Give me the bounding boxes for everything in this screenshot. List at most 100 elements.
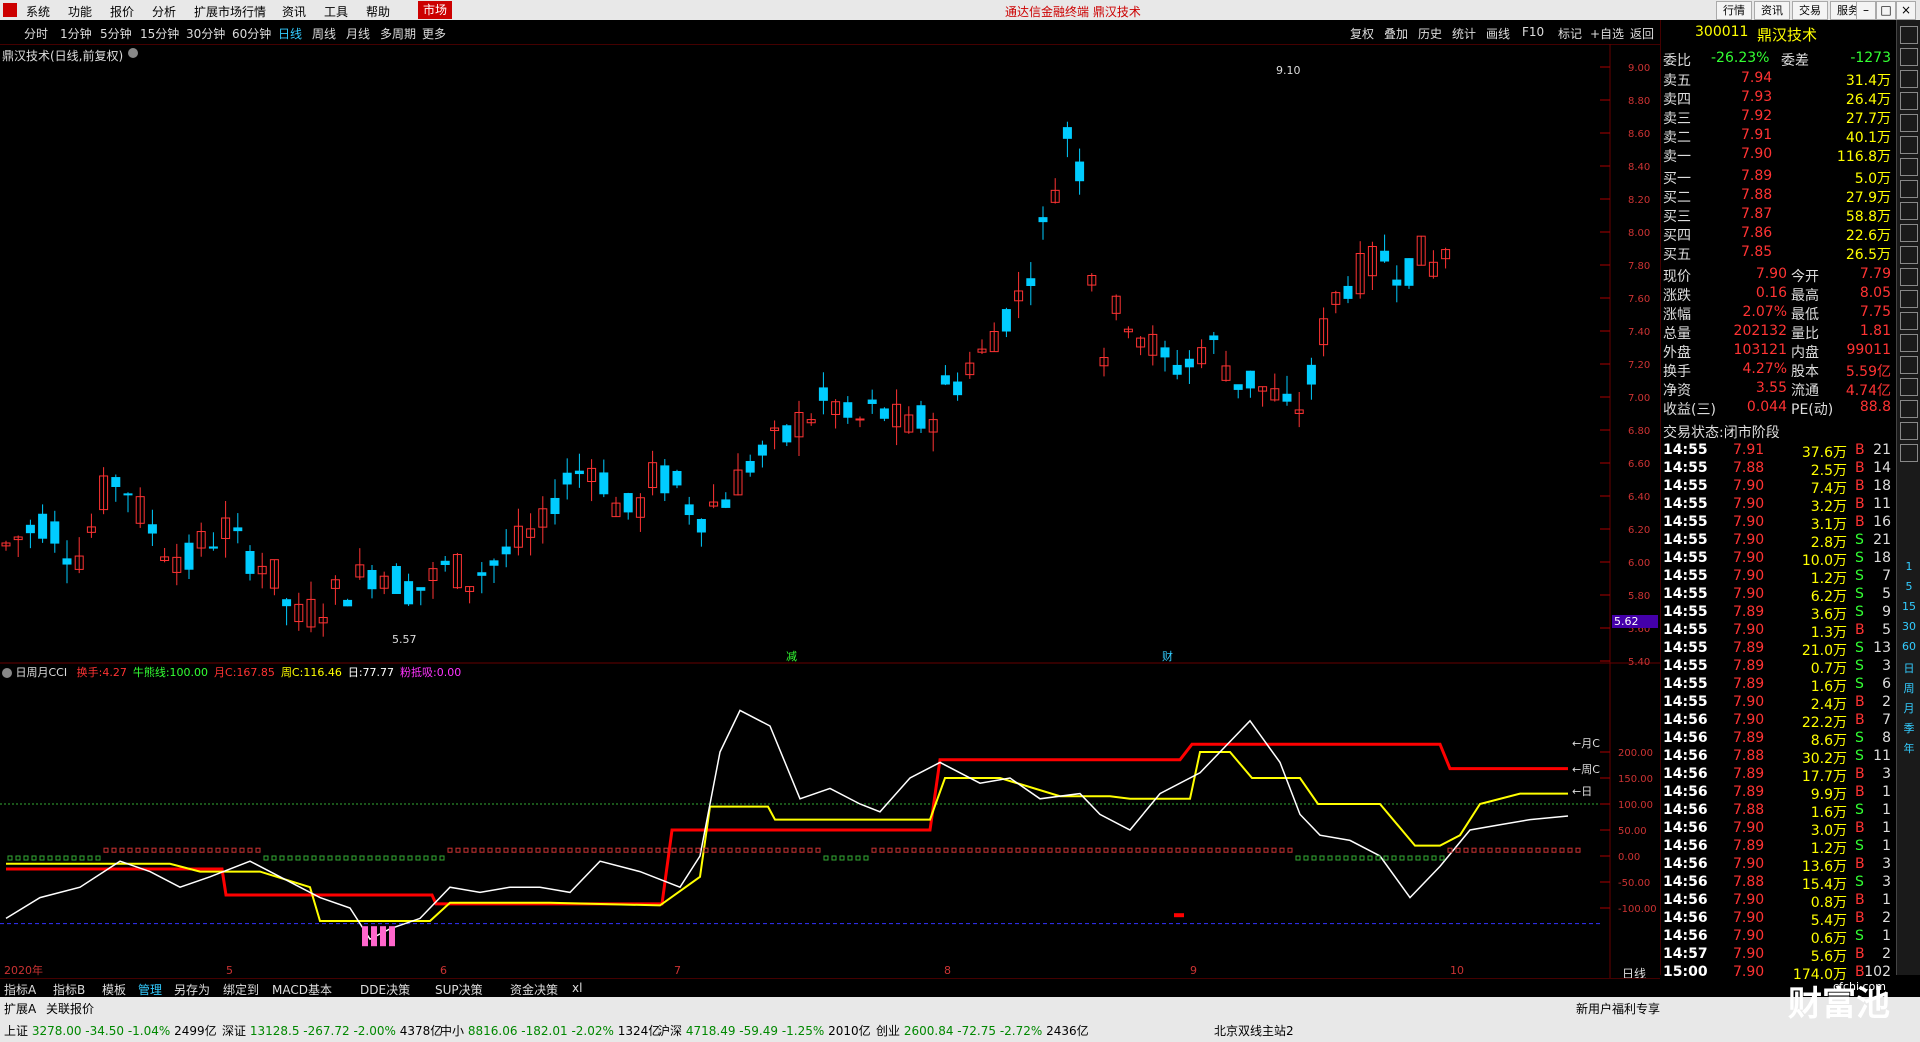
sidebar-period-8[interactable]: 季	[1899, 720, 1919, 736]
indicator-tab[interactable]: SUP决策	[435, 981, 483, 998]
candle-body[interactable]	[391, 566, 401, 594]
sidebar-period-3[interactable]: 30	[1899, 620, 1919, 633]
indicator-tab[interactable]: 模板	[102, 981, 126, 998]
menu-item-function[interactable]: 功能	[68, 3, 92, 20]
news-button[interactable]: 资讯	[1754, 1, 1790, 20]
indicator-tab[interactable]: 另存为	[174, 981, 210, 998]
period-60min[interactable]: 60分钟	[232, 25, 271, 42]
candle-body[interactable]	[574, 470, 584, 475]
sidebar-period-5[interactable]: 日	[1899, 660, 1919, 676]
candle-body[interactable]	[404, 581, 414, 605]
toolbar-mark[interactable]: 标记	[1558, 25, 1582, 42]
tool-icon[interactable]	[1900, 180, 1918, 198]
indicator-tab[interactable]: 指标A	[4, 981, 36, 998]
candle-body[interactable]	[940, 375, 950, 385]
sell-level[interactable]: 卖四 7.93 26.4万	[1663, 89, 1893, 108]
candle-body[interactable]	[745, 460, 755, 473]
candle-body[interactable]	[660, 465, 670, 494]
candle-body[interactable]	[843, 402, 853, 418]
toolbar-back[interactable]: 返回	[1630, 25, 1654, 42]
candle-body[interactable]	[879, 408, 889, 419]
candle-body[interactable]	[1062, 127, 1072, 139]
candle-body[interactable]	[623, 493, 633, 513]
period-1min[interactable]: 1分钟	[60, 25, 92, 42]
candle-body[interactable]	[1404, 258, 1414, 286]
menu-item-quote[interactable]: 报价	[110, 3, 134, 20]
candle-body[interactable]	[1392, 279, 1402, 286]
candle-body[interactable]	[672, 470, 682, 486]
candle-body[interactable]	[1245, 370, 1255, 389]
candle-body[interactable]	[184, 542, 194, 570]
period-weekly[interactable]: 周线	[312, 25, 336, 42]
candle-body[interactable]	[867, 399, 877, 404]
tool-icon[interactable]	[1900, 158, 1918, 176]
tool-icon[interactable]	[1900, 268, 1918, 286]
period-monthly[interactable]: 月线	[346, 25, 370, 42]
period-daily[interactable]: 日线	[278, 25, 302, 42]
tool-icon[interactable]	[1900, 378, 1918, 396]
candle-body[interactable]	[123, 493, 133, 496]
candle-body[interactable]	[25, 524, 35, 534]
tool-icon[interactable]	[1900, 312, 1918, 330]
candle-body[interactable]	[489, 560, 499, 566]
event-mark-finance[interactable]: 财	[1162, 648, 1173, 664]
candle-body[interactable]	[1343, 285, 1353, 299]
candle-body[interactable]	[953, 381, 963, 396]
index-quote[interactable]: 沪深 4718.49 -59.49 -1.25% 2010亿	[658, 1022, 871, 1039]
menu-item-help[interactable]: 帮助	[366, 3, 390, 20]
tool-icon[interactable]	[1900, 422, 1918, 440]
candlestick-chart[interactable]: 9.00 8.80 8.60 8.40 8.20 8.00 7.80 7.60 7.40 7.20…	[0, 44, 1660, 979]
toolbar-overlay[interactable]: 叠加	[1384, 25, 1408, 42]
buy-level[interactable]: 买四 7.86 22.6万	[1663, 225, 1893, 244]
candle-body[interactable]	[1160, 347, 1170, 358]
sidebar-period-0[interactable]: 1	[1899, 560, 1919, 573]
indicator-tab[interactable]: 指标B	[53, 981, 85, 998]
toolbar-draw[interactable]: 画线	[1486, 25, 1510, 42]
candle-body[interactable]	[782, 425, 792, 443]
candle-body[interactable]	[684, 504, 694, 516]
candle-body[interactable]	[38, 513, 48, 539]
tool-icon[interactable]	[1900, 136, 1918, 154]
candle-body[interactable]	[1001, 309, 1011, 332]
quote-button[interactable]: 行情	[1716, 1, 1752, 20]
sell-level[interactable]: 卖一 7.90 116.8万	[1663, 146, 1893, 165]
period-multi[interactable]: 多周期	[380, 25, 416, 42]
indicator-settings-icon[interactable]	[2, 668, 12, 678]
toolbar-stats[interactable]: 统计	[1452, 25, 1476, 42]
tool-icon[interactable]	[1900, 92, 1918, 110]
candle-body[interactable]	[440, 560, 450, 566]
candle-body[interactable]	[1209, 335, 1219, 341]
period-5min[interactable]: 5分钟	[100, 25, 132, 42]
candle-body[interactable]	[1075, 161, 1085, 182]
candle-body[interactable]	[343, 599, 353, 607]
index-quote[interactable]: 中小 8816.06 -182.01 -2.02% 1324亿	[440, 1022, 660, 1039]
candle-body[interactable]	[50, 521, 60, 544]
indicator-tab[interactable]: 管理	[138, 981, 162, 998]
candle-body[interactable]	[916, 405, 926, 429]
candle-body[interactable]	[1233, 384, 1243, 390]
trade-button[interactable]: 交易	[1792, 1, 1828, 20]
indicator-tab[interactable]: DDE决策	[360, 981, 410, 998]
tool-icon[interactable]	[1900, 444, 1918, 462]
tool-icon[interactable]	[1900, 356, 1918, 374]
candle-body[interactable]	[282, 599, 292, 607]
menu-item-system[interactable]: 系统	[26, 3, 50, 20]
sell-level[interactable]: 卖二 7.91 40.1万	[1663, 127, 1893, 146]
sidebar-period-6[interactable]: 周	[1899, 680, 1919, 696]
menu-item-news[interactable]: 资讯	[282, 3, 306, 20]
chart-area[interactable]: 9.00 8.80 8.60 8.40 8.20 8.00 7.80 7.60 7.40 7.20…	[0, 44, 1660, 981]
candle-body[interactable]	[1038, 217, 1048, 223]
minimize-icon[interactable]: –	[1856, 1, 1876, 20]
candle-body[interactable]	[1380, 250, 1390, 262]
index-quote[interactable]: 深证 13128.5 -267.72 -2.00% 4378亿	[222, 1022, 442, 1039]
candle-body[interactable]	[367, 569, 377, 590]
candle-body[interactable]	[477, 572, 487, 576]
candle-body[interactable]	[1184, 358, 1194, 368]
sell-level[interactable]: 卖五 7.94 31.4万	[1663, 70, 1893, 89]
period-more[interactable]: 更多	[422, 25, 446, 42]
candle-body[interactable]	[111, 477, 121, 487]
tab-related-quote[interactable]: 关联报价	[46, 1000, 94, 1017]
toolbar-history[interactable]: 历史	[1418, 25, 1442, 42]
candle-body[interactable]	[147, 524, 157, 534]
buy-level[interactable]: 买一 7.89 5.0万	[1663, 168, 1893, 187]
